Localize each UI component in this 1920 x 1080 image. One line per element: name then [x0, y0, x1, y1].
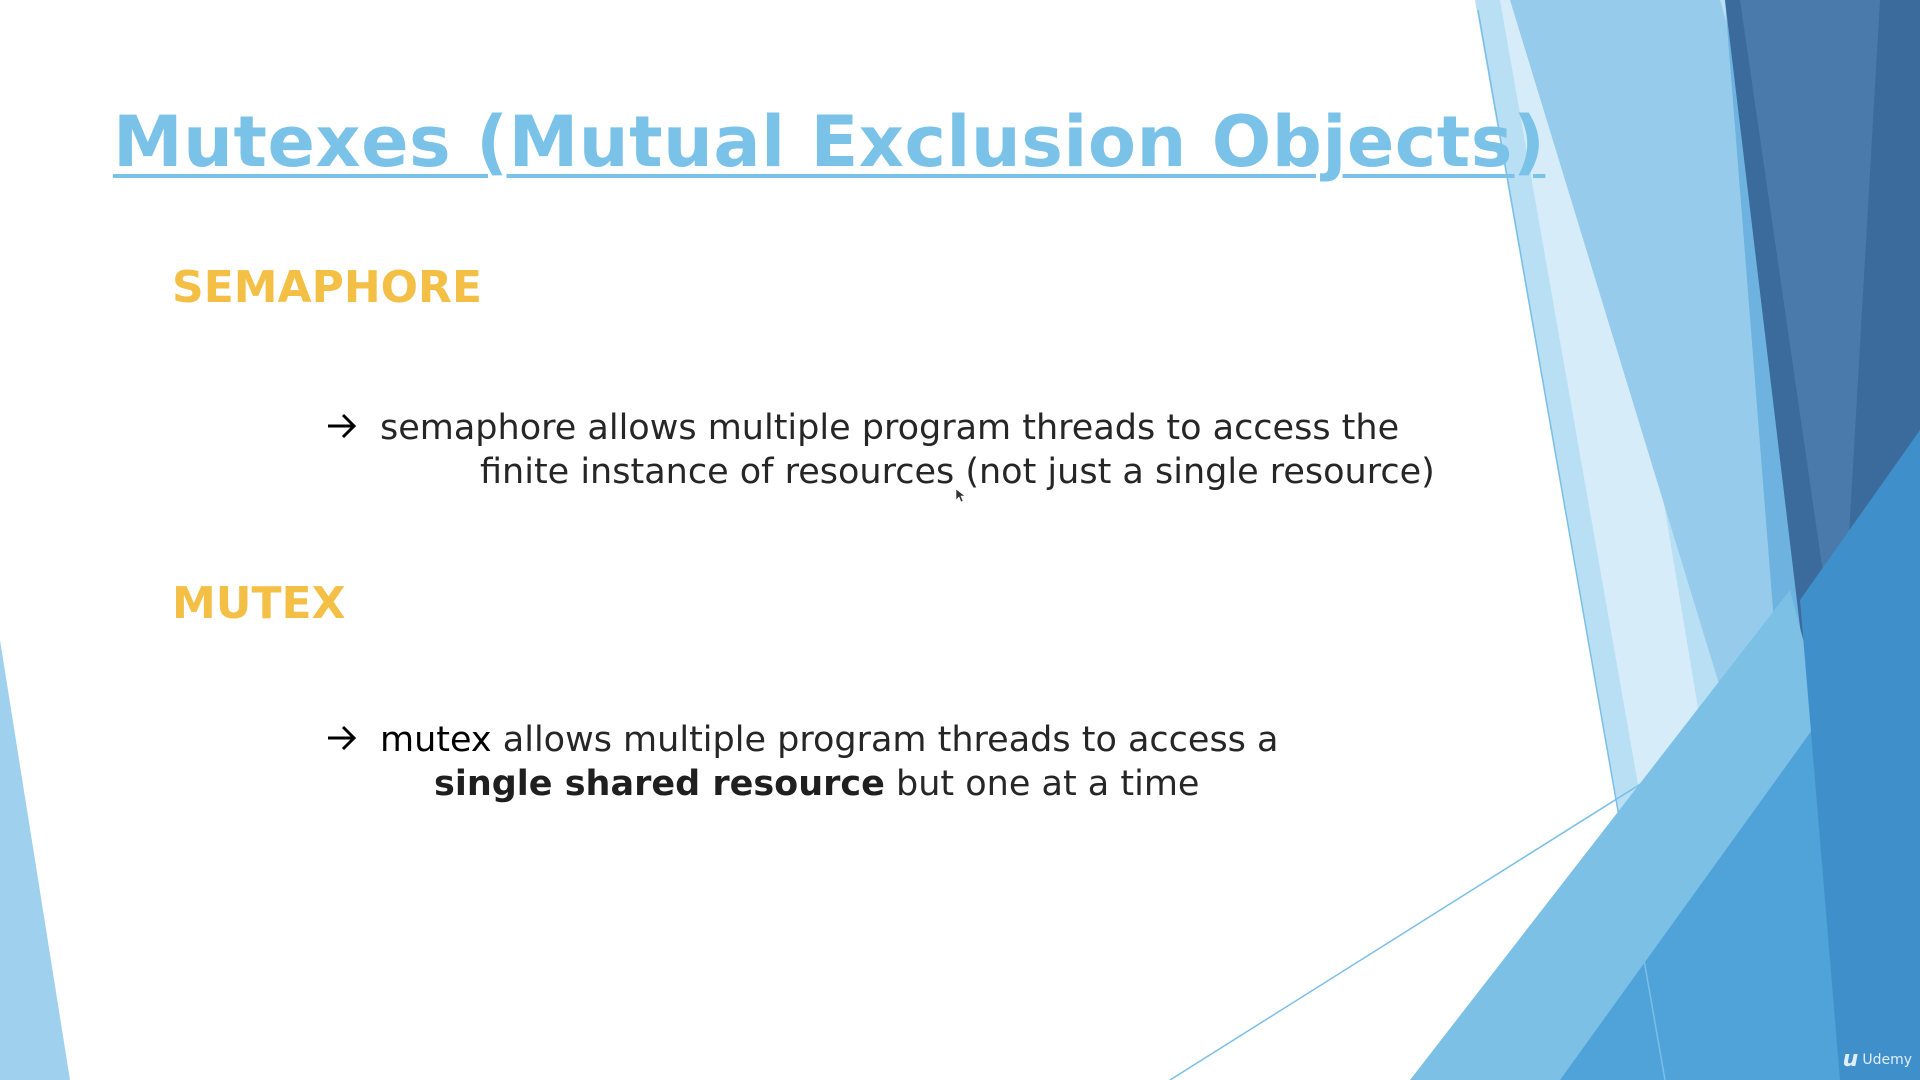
slide-title: Mutexes (Mutual Exclusion Objects): [113, 101, 1546, 183]
slide: Mutexes (Mutual Exclusion Objects) SEMAP…: [0, 0, 1920, 1080]
mutex-heading: MUTEX: [172, 578, 346, 629]
semaphore-heading: SEMAPHORE: [172, 262, 482, 313]
mouse-cursor-icon: [956, 489, 966, 503]
semaphore-bullet-line1: semaphore allows multiple program thread…: [380, 408, 1400, 448]
mutex-line1-rest: allows multiple program threads to acces…: [491, 720, 1279, 760]
mutex-bold-phrase: single shared resource: [434, 764, 885, 804]
udemy-watermark: u Udemy: [1843, 1047, 1912, 1072]
watermark-text: Udemy: [1862, 1051, 1912, 1068]
left-sliver-shape: [0, 640, 70, 1080]
udemy-logo-icon: u: [1842, 1047, 1859, 1072]
right-arrow-icon: [328, 413, 357, 439]
mutex-bullet-line2: single shared resource but one at a time: [434, 762, 1199, 806]
right-arrow-icon: [328, 725, 357, 751]
mutex-bullet-line1: mutex allows multiple program threads to…: [380, 718, 1279, 762]
mutex-line2-rest: but one at a time: [884, 764, 1200, 804]
semaphore-bullet-line2: finite instance of resources (not just a…: [480, 452, 1435, 492]
mutex-term: mutex: [380, 720, 492, 760]
